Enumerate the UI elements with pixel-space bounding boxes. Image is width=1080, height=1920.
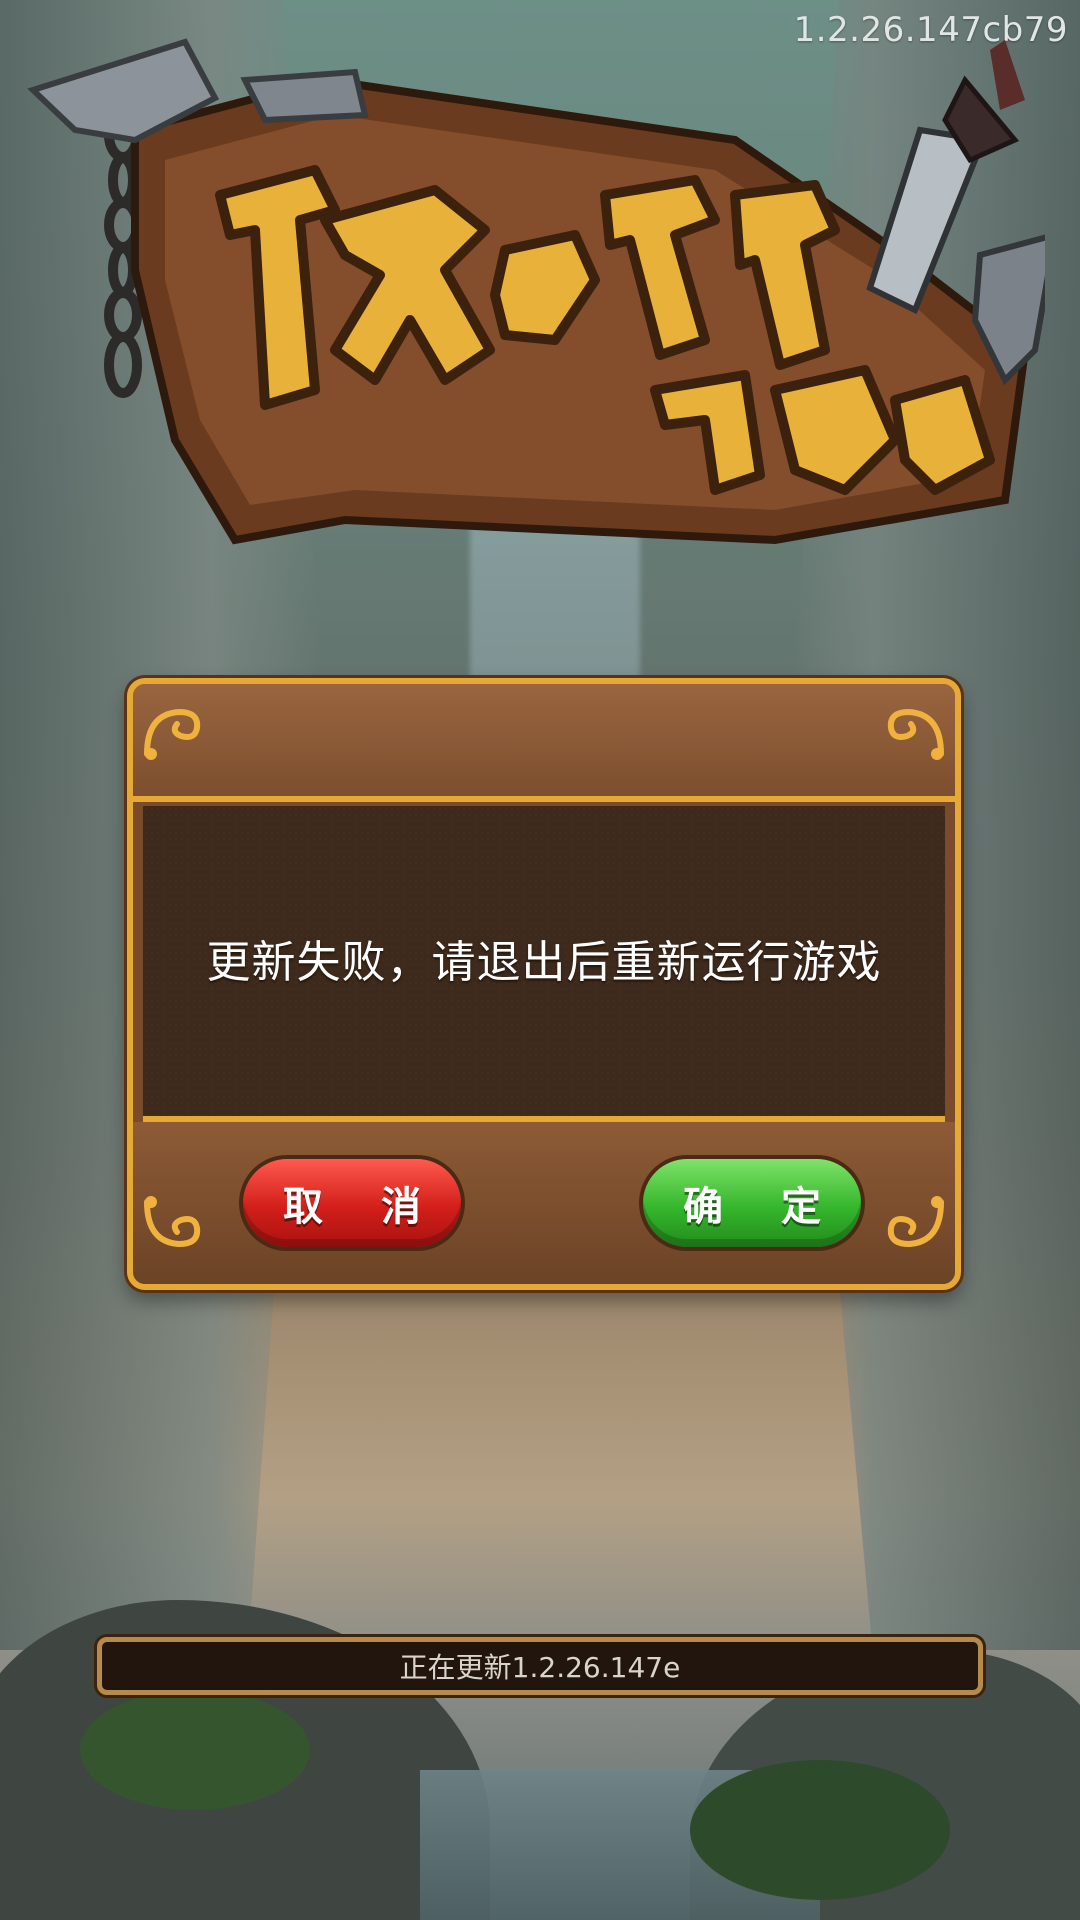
dialog-message: 更新失败，请退出后重新运行游戏 [206, 937, 882, 988]
game-logo [15, 20, 1059, 560]
metal-plate-top [240, 68, 369, 124]
bush-right [690, 1760, 950, 1900]
update-failed-dialog: 更新失败，请退出后重新运行游戏 取 消 确 定 [127, 678, 961, 1290]
dialog-header [133, 684, 955, 802]
logo-image [27, 38, 1059, 545]
update-progress-bar: 正在更新1.2.26.147e [97, 1637, 983, 1695]
dialog-body: 更新失败，请退出后重新运行游戏 [143, 806, 945, 1122]
ornament-top-left-icon [139, 702, 209, 762]
confirm-button[interactable]: 确 定 [643, 1159, 861, 1247]
ornament-bottom-left-icon [139, 1194, 209, 1254]
cancel-button[interactable]: 取 消 [243, 1159, 461, 1247]
ornament-bottom-right-icon [879, 1194, 949, 1254]
ornament-top-right-icon [879, 702, 949, 762]
bush-left [80, 1690, 310, 1810]
progress-label: 正在更新1.2.26.147e [399, 1651, 681, 1684]
